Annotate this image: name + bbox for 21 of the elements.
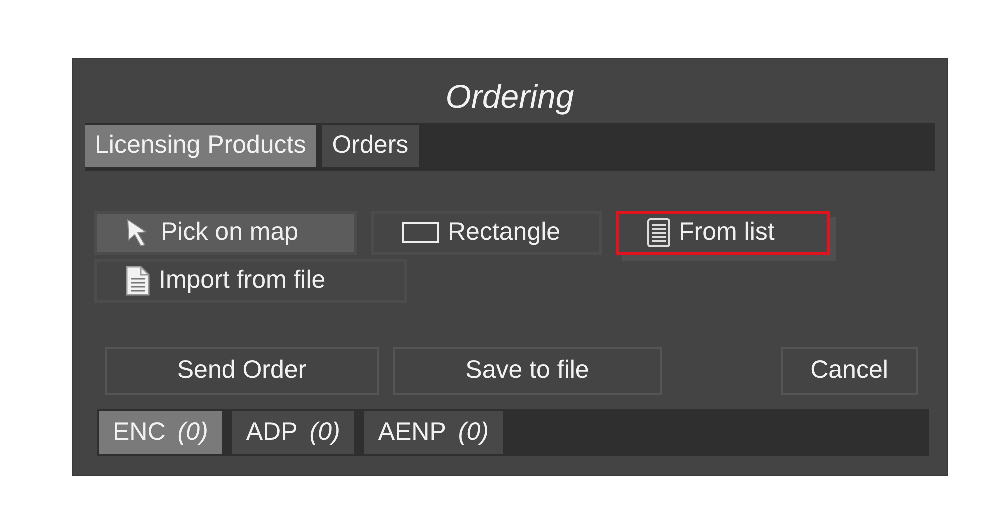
rectangle-tool-button[interactable]: Rectangle	[371, 211, 602, 255]
tab[interactable]: Orders	[322, 125, 419, 167]
list-icon	[647, 218, 671, 248]
rectangle-icon	[402, 221, 440, 245]
window-title: Ordering	[446, 77, 574, 117]
document-icon	[125, 265, 151, 297]
action-button[interactable]: Save to file	[393, 347, 662, 395]
product-tab[interactable]: AENP (0)	[364, 411, 503, 454]
action-button[interactable]: Cancel	[781, 347, 918, 395]
tab[interactable]: Licensing Products	[85, 125, 316, 167]
action-button[interactable]: Send Order	[105, 347, 379, 395]
product-tab-count: (0)	[458, 416, 489, 448]
file-tool-button[interactable]: Import from file	[94, 259, 407, 303]
product-tab-label: AENP	[378, 416, 446, 448]
product-tab[interactable]: ADP (0)	[232, 411, 354, 454]
pointer-tool-button[interactable]: Pick on map	[94, 211, 357, 255]
product-tab[interactable]: ENC (0)	[99, 411, 222, 454]
product-tab-count: (0)	[178, 416, 208, 448]
product-tab-label: ADP	[246, 416, 298, 448]
product-tab-count: (0)	[310, 416, 340, 448]
product-tab-label: ENC	[113, 416, 166, 448]
